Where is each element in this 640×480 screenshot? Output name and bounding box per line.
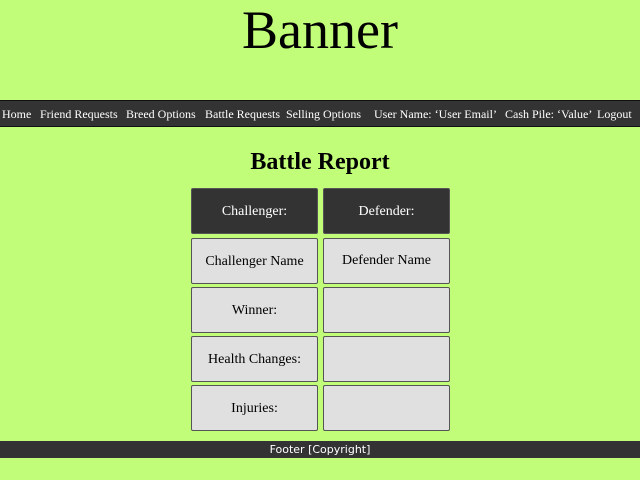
- challenger-name-cell: Challenger Name: [191, 238, 318, 284]
- injuries-value-cell: [323, 385, 450, 431]
- defender-name-cell: Defender Name: [323, 238, 450, 284]
- challenger-header: Challenger:: [191, 188, 318, 234]
- winner-label-cell: Winner:: [191, 287, 318, 333]
- nav-link-logout[interactable]: Logout: [597, 101, 632, 128]
- nav-bar: Home Friend Requests Breed Options Battl…: [0, 100, 640, 127]
- nav-link-breed-options[interactable]: Breed Options: [126, 101, 196, 128]
- cash-pile-display: Cash Pile: ‘Value’: [505, 107, 593, 121]
- nav-link-home[interactable]: Home: [2, 101, 31, 128]
- health-changes-value-cell: [323, 336, 450, 382]
- page-title: Battle Report: [250, 149, 390, 175]
- defender-header: Defender:: [323, 188, 450, 234]
- nav-link-battle-requests[interactable]: Battle Requests: [205, 101, 280, 128]
- banner-title: Banner: [242, 0, 398, 60]
- health-changes-label-cell: Health Changes:: [191, 336, 318, 382]
- nav-link-selling-options[interactable]: Selling Options: [286, 101, 361, 128]
- nav-link-friend-requests[interactable]: Friend Requests: [40, 101, 118, 128]
- user-name-display: User Name: ‘User Email’: [374, 107, 497, 121]
- injuries-label-cell: Injuries:: [191, 385, 318, 431]
- winner-value-cell: [323, 287, 450, 333]
- footer: Footer [Copyright]: [0, 441, 640, 458]
